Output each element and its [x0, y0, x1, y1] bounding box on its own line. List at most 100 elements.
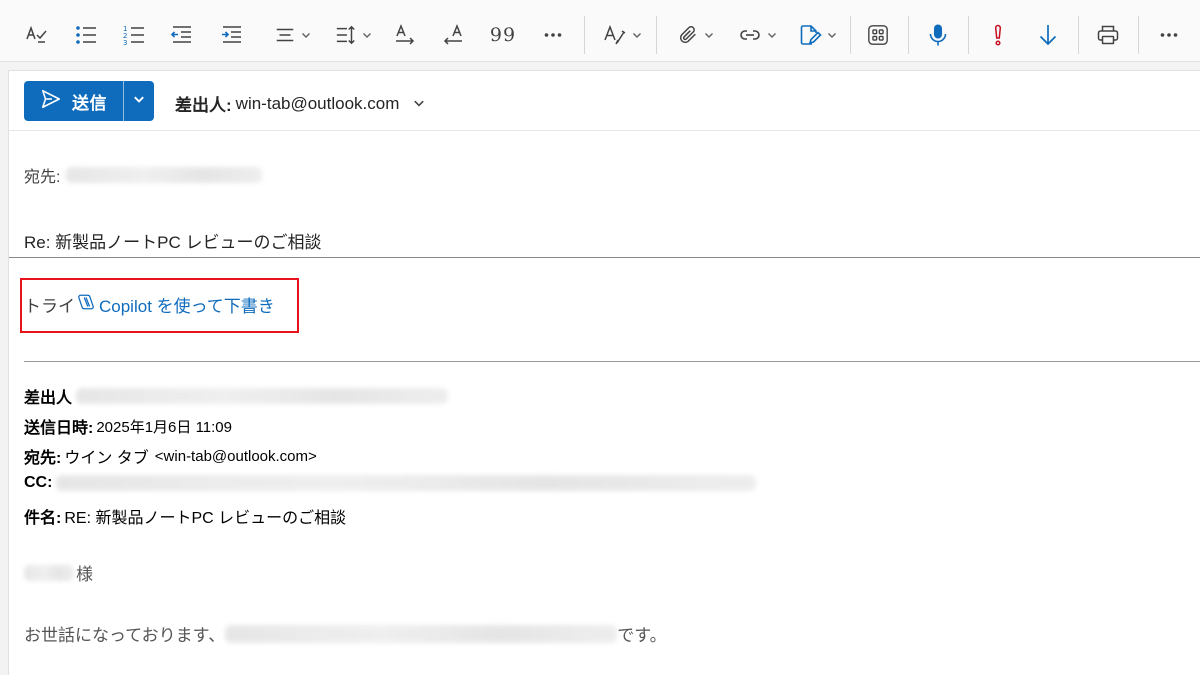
quoted-from-label: 差出人	[24, 390, 73, 407]
quoted-to-label: 宛先:	[24, 450, 62, 467]
quote-icon: 99	[489, 24, 517, 46]
copilot-link-text: Copilot を使って下書き	[99, 297, 275, 316]
more-format-icon	[543, 25, 563, 45]
chevron-down-icon	[362, 30, 372, 40]
high-importance-button[interactable]	[984, 18, 1012, 52]
low-importance-button[interactable]	[1034, 18, 1062, 52]
numbered-list-button[interactable]: 123	[120, 18, 148, 52]
toolbar-divider	[584, 16, 585, 54]
link-icon	[738, 23, 762, 47]
bullet-list-icon	[74, 23, 98, 47]
formatting-toolbar: 123 99	[0, 0, 1200, 62]
quoted-sent-row: 送信日時: 2025年1月6日 11:09	[24, 414, 232, 438]
quoted-to-email: <win-tab@outlook.com>	[154, 447, 317, 465]
quoted-to-name: ウイン タブ	[64, 450, 149, 467]
link-button[interactable]	[732, 18, 782, 52]
toolbar-divider	[908, 16, 909, 54]
body-text-start: お世話になっております、	[24, 626, 226, 645]
from-selector[interactable]: 差出人: win-tab@outlook.com	[175, 91, 425, 116]
quoted-subject-row: 件名: RE: 新製品ノートPC レビューのご相談	[24, 504, 346, 528]
greeting-suffix: 様	[76, 565, 93, 584]
header-divider	[9, 130, 1200, 131]
numbered-list-icon: 123	[122, 23, 146, 47]
print-button[interactable]	[1094, 18, 1122, 52]
spelling-button[interactable]	[22, 18, 50, 52]
increase-indent-icon	[220, 23, 244, 47]
send-icon	[40, 88, 62, 115]
dictate-button[interactable]	[924, 18, 952, 52]
signature-button[interactable]	[794, 18, 840, 52]
line-spacing-button[interactable]	[330, 18, 376, 52]
decrease-indent-icon	[170, 23, 194, 47]
subject-field[interactable]: Re: 新製品ノートPC レビューのご相談	[24, 228, 322, 253]
redacted-cc	[56, 475, 757, 491]
attach-icon	[677, 24, 699, 46]
bullet-list-button[interactable]	[72, 18, 100, 52]
decrease-indent-button[interactable]	[168, 18, 196, 52]
toolbar-divider	[656, 16, 657, 54]
dictate-icon	[927, 23, 949, 47]
subject-divider	[9, 257, 1200, 258]
attach-button[interactable]	[672, 18, 718, 52]
copilot-icon	[77, 293, 95, 316]
line-spacing-icon	[335, 24, 357, 46]
chevron-down-icon	[413, 94, 425, 114]
copilot-draft-link[interactable]: Copilot を使って下書き	[77, 292, 275, 317]
quoted-subject-label: 件名:	[24, 510, 62, 527]
print-icon	[1096, 23, 1120, 47]
editor-icon	[603, 23, 627, 47]
more-format-button[interactable]	[540, 18, 566, 52]
quoted-subject-value: RE: 新製品ノートPC レビューのご相談	[64, 510, 347, 527]
rtl-direction-icon	[441, 23, 465, 47]
quoted-sent-label: 送信日時:	[24, 420, 94, 437]
redacted-sender	[76, 388, 449, 404]
to-label: 宛先:	[24, 169, 61, 186]
apps-icon	[867, 24, 889, 46]
to-field[interactable]: 宛先:	[24, 163, 263, 187]
from-label: 差出人:	[175, 96, 232, 115]
toolbar-divider	[850, 16, 851, 54]
quoted-to-row: 宛先: ウイン タブ <win-tab@outlook.com>	[24, 444, 317, 468]
low-importance-icon	[1037, 23, 1059, 47]
toolbar-divider	[968, 16, 969, 54]
chevron-down-icon	[301, 30, 311, 40]
toolbar-divider	[1078, 16, 1079, 54]
rtl-direction-button[interactable]	[440, 18, 466, 52]
ltr-direction-icon	[393, 23, 417, 47]
chevron-down-icon	[133, 92, 145, 110]
send-split-button: 送信	[24, 81, 154, 121]
toolbar-divider	[1138, 16, 1139, 54]
redacted-recipient	[66, 167, 263, 183]
copilot-try-label: トライ	[24, 297, 75, 316]
more-options-icon	[1159, 25, 1179, 45]
from-value: win-tab@outlook.com	[235, 93, 400, 113]
send-label: 送信	[72, 93, 107, 113]
quoted-sent-value: 2025年1月6日 11:09	[96, 418, 232, 436]
compose-card: 送信 差出人: win-tab@outlook.com 宛先: Re: 新製品ノ…	[8, 70, 1200, 675]
increase-indent-button[interactable]	[218, 18, 246, 52]
body-text-end: です。	[617, 626, 667, 645]
spelling-icon	[24, 23, 48, 47]
align-icon	[274, 24, 296, 46]
ltr-direction-button[interactable]	[392, 18, 418, 52]
editor-button[interactable]	[598, 18, 646, 52]
chevron-down-icon	[632, 30, 642, 40]
high-importance-icon	[991, 23, 1005, 47]
chevron-down-icon	[704, 30, 714, 40]
redacted-name	[24, 564, 74, 581]
svg-text:3: 3	[123, 39, 127, 47]
quote-button[interactable]: 99	[490, 18, 516, 52]
quoted-from-row: 差出人	[24, 384, 449, 408]
body-line: お世話になっております、 です。	[24, 621, 667, 646]
chevron-down-icon	[767, 30, 777, 40]
quoted-cc-row: CC:	[24, 474, 757, 492]
signature-icon	[798, 23, 822, 47]
quoted-cc-label: CC:	[24, 474, 53, 491]
send-options-button[interactable]	[124, 81, 154, 121]
apps-button[interactable]	[864, 18, 892, 52]
align-button[interactable]	[270, 18, 314, 52]
send-button[interactable]: 送信	[24, 81, 123, 121]
more-options-button[interactable]	[1156, 18, 1182, 52]
quote-divider	[24, 361, 1200, 362]
greeting-line: 様	[24, 560, 93, 585]
